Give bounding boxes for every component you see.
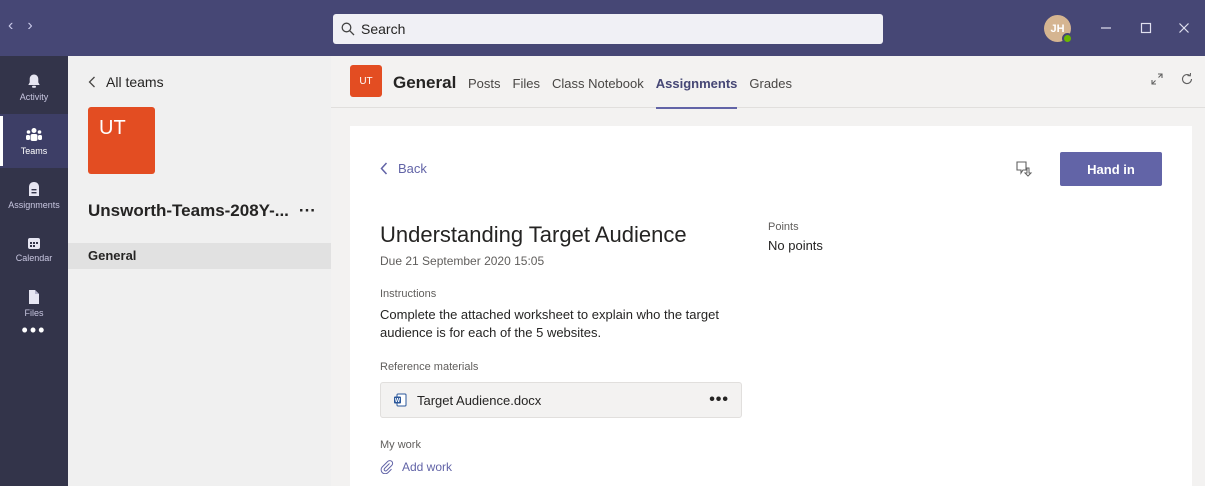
file-name: Target Audience.docx	[417, 392, 542, 408]
tab-files[interactable]: Files	[513, 76, 540, 91]
rail-more-button[interactable]: •••	[0, 320, 68, 341]
immersive-reader-icon	[1016, 161, 1033, 177]
tab-class-notebook[interactable]: Class Notebook	[552, 76, 644, 91]
avatar[interactable]: JH	[1044, 15, 1073, 44]
team-more-button[interactable]: ···	[299, 201, 316, 221]
rail-item-assignments[interactable]: Assignments	[0, 168, 68, 222]
team-initials: UT	[99, 117, 126, 139]
bell-icon	[28, 74, 40, 88]
file-icon	[29, 289, 39, 304]
expand-icon	[1151, 73, 1163, 85]
refresh-icon	[1181, 72, 1193, 85]
rail-label: Teams	[20, 145, 48, 156]
rail-item-teams[interactable]: Teams	[0, 114, 68, 168]
instructions-text: Complete the attached worksheet to expla…	[380, 307, 719, 340]
team-name-label: Unsworth-Teams-208Y-...	[88, 201, 289, 220]
rail-item-calendar[interactable]: Calendar	[0, 222, 68, 276]
tab-posts[interactable]: Posts	[468, 76, 501, 91]
channel-initials: UT	[359, 75, 373, 87]
team-avatar: UT	[88, 107, 155, 174]
reference-materials-label: Reference materials	[380, 361, 479, 373]
instructions-label: Instructions	[380, 288, 437, 300]
channel-title: General	[393, 73, 457, 92]
rail-item-activity[interactable]: Activity	[0, 60, 68, 114]
title-bar: ‹ › Search JH	[0, 0, 1205, 56]
channel-item-general[interactable]: General	[68, 243, 331, 269]
maximize-icon	[1140, 22, 1152, 34]
app-rail: Activity Teams Assignments Calendar File…	[0, 56, 68, 486]
tab-bar: Posts Files Class Notebook Assignments G…	[468, 76, 792, 109]
search-input[interactable]: Search	[333, 14, 883, 44]
rail-label: Activity	[19, 91, 49, 102]
presence-available-icon	[1062, 33, 1073, 44]
avatar-initials: JH	[1050, 22, 1065, 35]
my-work-label: My work	[380, 439, 421, 451]
back-label: Back	[398, 161, 427, 176]
assignment-title: Understanding Target Audience	[380, 222, 687, 247]
points-label: Points	[768, 221, 799, 233]
forward-arrow-icon[interactable]: ›	[27, 18, 32, 34]
tab-grades[interactable]: Grades	[749, 76, 792, 91]
chevron-left-icon	[380, 162, 388, 175]
channel-header: UT General Posts Files Class Notebook As…	[331, 56, 1205, 109]
rail-label: Calendar	[15, 252, 53, 263]
hand-in-button[interactable]: Hand in	[1060, 152, 1162, 186]
chevron-left-icon	[88, 76, 95, 88]
minimize-icon	[1101, 27, 1111, 29]
close-button[interactable]	[1169, 14, 1199, 42]
channel-avatar: UT	[350, 65, 382, 97]
team-name: Unsworth-Teams-208Y-... ···	[88, 201, 316, 221]
history-nav: ‹ ›	[8, 18, 33, 34]
word-document-icon: W	[394, 393, 407, 407]
due-date: Due 21 September 2020 15:05	[380, 254, 545, 268]
expand-button[interactable]	[1150, 72, 1164, 91]
reference-file[interactable]: W Target Audience.docx •••	[380, 382, 742, 418]
svg-text:W: W	[395, 398, 401, 404]
calendar-icon	[28, 237, 40, 249]
add-work-button[interactable]: Add work	[380, 460, 452, 474]
back-arrow-icon[interactable]: ‹	[8, 18, 13, 34]
assignments-icon	[29, 181, 39, 196]
all-teams-label: All teams	[106, 74, 164, 90]
close-icon	[1179, 23, 1189, 33]
rail-label: Assignments	[8, 199, 60, 210]
paperclip-icon	[380, 460, 394, 474]
file-more-button[interactable]: •••	[709, 391, 729, 409]
assignment-card: Back Hand in Understanding Target Audien…	[350, 126, 1192, 486]
minimize-button[interactable]	[1091, 14, 1121, 42]
refresh-button[interactable]	[1180, 72, 1194, 91]
points-value: No points	[768, 238, 823, 253]
maximize-button[interactable]	[1131, 14, 1161, 42]
tab-assignments[interactable]: Assignments	[655, 76, 737, 109]
all-teams-link[interactable]: All teams	[88, 74, 164, 90]
add-work-label: Add work	[402, 460, 453, 474]
teams-icon	[26, 127, 42, 141]
team-panel: All teams UT Unsworth-Teams-208Y-... ···…	[68, 56, 331, 486]
back-button[interactable]: Back	[380, 161, 427, 176]
search-placeholder: Search	[361, 21, 406, 37]
rail-label: Files	[24, 307, 44, 318]
immersive-reader-button[interactable]	[1015, 160, 1033, 183]
search-icon	[341, 22, 355, 36]
channel-label: General	[88, 248, 137, 263]
